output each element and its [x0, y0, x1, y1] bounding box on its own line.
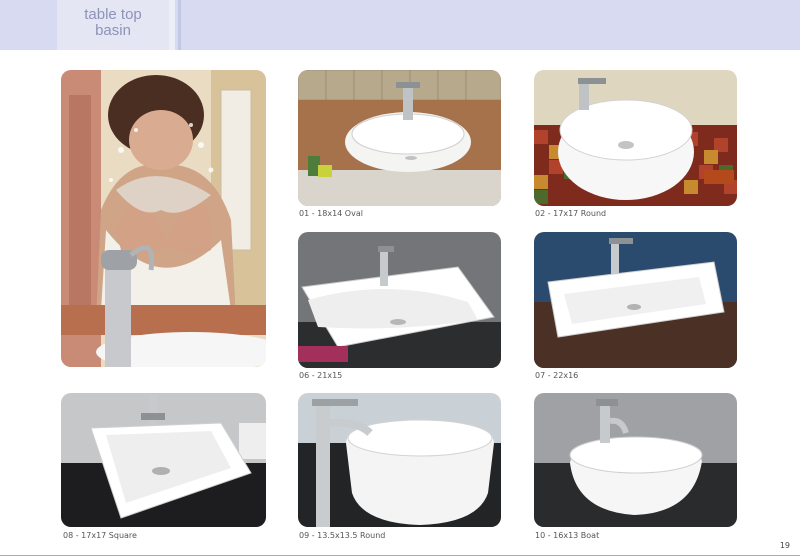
product-photo-02 — [534, 70, 737, 206]
product-photo-10 — [534, 393, 737, 527]
page-title: table top basin — [57, 7, 169, 39]
product-caption-07: 07 - 22x16 — [535, 371, 579, 380]
product-caption-01: 01 - 18x14 Oval — [299, 209, 363, 218]
product-photo-06 — [298, 232, 501, 368]
product-caption-08: 08 - 17x17 Square — [63, 531, 137, 540]
title-line-1: table top — [84, 6, 142, 23]
product-caption-10: 10 - 16x13 Boat — [535, 531, 600, 540]
lifestyle-photo — [61, 70, 266, 367]
page-number: 19 — [779, 541, 790, 550]
product-caption-02: 02 - 17x17 Round — [535, 209, 607, 218]
product-photo-08 — [61, 393, 266, 527]
product-caption-09: 09 - 13.5x13.5 Round — [299, 531, 386, 540]
product-photo-01 — [298, 70, 501, 206]
product-photo-07 — [534, 232, 737, 368]
product-caption-06: 06 - 21x15 — [299, 371, 343, 380]
product-photo-09 — [298, 393, 501, 527]
title-line-2: basin — [95, 22, 131, 39]
